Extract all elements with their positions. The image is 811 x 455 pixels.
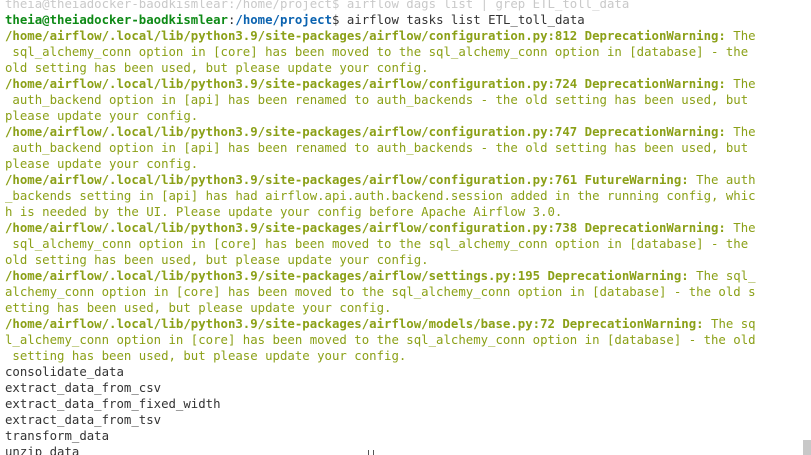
prompt-command: airflow tasks list ETL_toll_data (346, 13, 585, 27)
terminal-window[interactable]: theia@theiadocker-baodkismlear:/home/pro… (0, 0, 811, 455)
warning-message: old setting has been used, but please up… (5, 61, 429, 75)
scrollbar-thumb[interactable] (803, 440, 811, 455)
warning-line: /home/airflow/.local/lib/python3.9/site-… (5, 76, 756, 92)
warning-message: The auth (688, 173, 756, 187)
warning-line: l_alchemy_conn option in [core] has been… (5, 332, 756, 348)
warning-line: /home/airflow/.local/lib/python3.9/site-… (5, 316, 756, 332)
warning-source: /home/airflow/.local/lib/python3.9/site-… (5, 173, 689, 187)
warning-line: please update your config. (5, 156, 756, 172)
warning-message: auth_backend option in [api] has been re… (5, 93, 749, 107)
task-item: extract_data_from_fixed_width (5, 397, 221, 411)
warning-message: The sq (703, 317, 756, 331)
warning-message: setting has been used, but please update… (5, 349, 407, 363)
warning-line: /home/airflow/.local/lib/python3.9/site-… (5, 172, 756, 188)
warning-line: please update your config. (5, 108, 756, 124)
warning-source: /home/airflow/.local/lib/python3.9/site-… (5, 317, 704, 331)
task-item: extract_data_from_csv (5, 381, 162, 395)
warning-message: h is needed by the UI. Please update you… (5, 205, 563, 219)
warning-message: The (725, 29, 756, 43)
warning-line: sql_alchemy_conn option in [core] has be… (5, 44, 756, 60)
prompt-line: theia@theiadocker-baodkismlear:/home/pro… (5, 12, 756, 28)
prompt-symbol: $ (332, 13, 347, 27)
warning-message: l_alchemy_conn option in [core] has been… (5, 333, 756, 347)
task-item: consolidate_data (5, 365, 124, 379)
warning-message: The (725, 125, 756, 139)
warning-line: sql_alchemy_conn option in [core] has be… (5, 236, 756, 252)
warning-line: /home/airflow/.local/lib/python3.9/site-… (5, 220, 756, 236)
warning-message: _backends setting in [api] has had airfl… (5, 189, 756, 203)
warning-message: alchemy_conn option in [core] has been m… (5, 285, 756, 299)
warning-source: /home/airflow/.local/lib/python3.9/site-… (5, 269, 689, 283)
warning-message: The sql_ (688, 269, 756, 283)
warning-message: The (725, 221, 756, 235)
task-list: consolidate_data extract_data_from_csvext… (5, 364, 756, 455)
warning-message: old setting has been used, but please up… (5, 253, 429, 267)
warning-line: _backends setting in [api] has had airfl… (5, 188, 756, 204)
warning-source: /home/airflow/.local/lib/python3.9/site-… (5, 29, 726, 43)
warning-line: etting has been used, but please update … (5, 300, 756, 316)
warning-line: /home/airflow/.local/lib/python3.9/site-… (5, 268, 756, 284)
warning-line: old setting has been used, but please up… (5, 60, 756, 76)
warning-line: auth_backend option in [api] has been re… (5, 92, 756, 108)
warning-message: etting has been used, but please update … (5, 301, 392, 315)
warning-line: /home/airflow/.local/lib/python3.9/site-… (5, 28, 756, 44)
previous-command-line: theia@theiadocker-baodkismlear:/home/pro… (5, 0, 630, 11)
warning-message: please update your config. (5, 157, 199, 171)
warning-source: /home/airflow/.local/lib/python3.9/site-… (5, 125, 726, 139)
warning-line: /home/airflow/.local/lib/python3.9/site-… (5, 124, 756, 140)
prompt-user-host: theia@theiadocker-baodkismlear (5, 13, 228, 27)
warning-message: The (725, 77, 756, 91)
task-item: unzip_data (5, 445, 80, 455)
warning-source: /home/airflow/.local/lib/python3.9/site-… (5, 221, 726, 235)
warning-line: setting has been used, but please update… (5, 348, 756, 364)
warning-block: /home/airflow/.local/lib/python3.9/site-… (5, 28, 756, 364)
text-cursor (368, 450, 374, 455)
warning-message: please update your config. (5, 109, 199, 123)
prompt-path: /home/project (235, 13, 333, 27)
warning-line: alchemy_conn option in [core] has been m… (5, 284, 756, 300)
warning-line: auth_backend option in [api] has been re… (5, 140, 756, 156)
warning-message: sql_alchemy_conn option in [core] has be… (5, 237, 749, 251)
warning-line: old setting has been used, but please up… (5, 252, 756, 268)
warning-source: /home/airflow/.local/lib/python3.9/site-… (5, 77, 726, 91)
warning-message: sql_alchemy_conn option in [core] has be… (5, 45, 749, 59)
warning-message: auth_backend option in [api] has been re… (5, 141, 749, 155)
warning-line: h is needed by the UI. Please update you… (5, 204, 756, 220)
task-item: extract_data_from_tsv (5, 413, 162, 427)
task-item: transform_data (5, 429, 110, 443)
terminal-output: theia@theiadocker-baodkismlear:/home/pro… (5, 0, 756, 455)
